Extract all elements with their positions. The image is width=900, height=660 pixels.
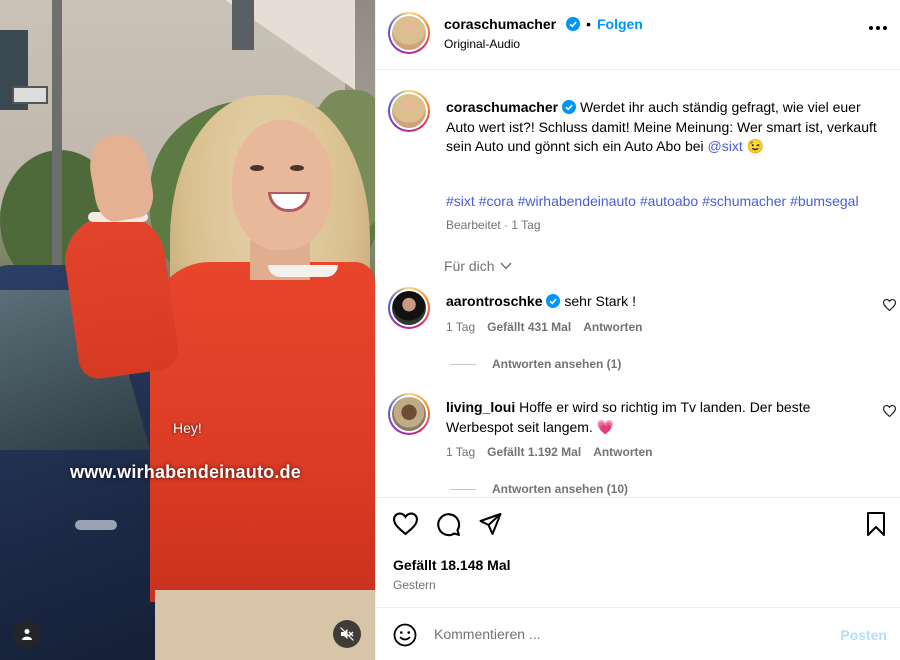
background-window xyxy=(232,0,254,50)
post-date: Gestern xyxy=(393,578,436,592)
comment-item: living_loui Hoffe er wird so richtig im … xyxy=(388,393,896,496)
video-player[interactable]: Hey! www.wirhabendeinauto.de xyxy=(0,0,375,660)
comment-actions: 1 Tag Gefällt 431 Mal Antworten xyxy=(446,320,643,334)
woman-face xyxy=(232,120,332,250)
comment-body: sehr Stark ! xyxy=(564,293,636,309)
heart-icon[interactable] xyxy=(393,512,418,536)
comment-likes[interactable]: Gefällt 1.192 Mal xyxy=(487,445,581,459)
bookmark-icon[interactable] xyxy=(865,512,887,536)
post-sidebar: coraschumacher • Folgen Original-Audio c… xyxy=(375,0,900,660)
hashtag-link[interactable]: #autoabo xyxy=(640,193,698,209)
comment-reply-button[interactable]: Antworten xyxy=(583,320,642,334)
hashtag-list: #sixt #cora #wirhabendeinauto #autoabo #… xyxy=(446,192,891,212)
view-replies-label: Antworten ansehen (10) xyxy=(492,482,629,496)
commenter-username[interactable]: aarontroschke xyxy=(446,293,542,309)
verified-badge-icon xyxy=(566,17,581,31)
caption-edited-time: Bearbeitet · 1 Tag xyxy=(446,218,541,232)
caption-author-avatar[interactable] xyxy=(388,90,430,132)
street-sign xyxy=(12,86,48,104)
commenter-username[interactable]: living_loui xyxy=(446,399,515,415)
video-url-overlay: www.wirhabendeinauto.de xyxy=(70,462,301,482)
comment-time: 1 Tag xyxy=(446,320,476,334)
author-avatar[interactable] xyxy=(388,12,430,54)
comment-time: 1 Tag xyxy=(446,445,476,459)
add-comment-bar: Posten xyxy=(376,607,900,660)
verified-badge-icon xyxy=(562,100,577,114)
hashtag-link[interactable]: #sixt xyxy=(446,193,475,209)
comment-reply-button[interactable]: Antworten xyxy=(593,445,652,459)
comment-filter-label: Für dich xyxy=(444,258,495,274)
view-replies-button[interactable]: Antworten ansehen (1) xyxy=(450,357,621,371)
caption-username[interactable]: coraschumacher xyxy=(446,99,558,115)
hashtag-link[interactable]: #cora xyxy=(479,193,514,209)
audio-link[interactable]: Original-Audio xyxy=(444,37,520,51)
tagged-users-button[interactable] xyxy=(13,620,41,648)
share-icon[interactable] xyxy=(478,512,503,536)
comment-emoji: 💗 xyxy=(596,418,615,435)
view-replies-button[interactable]: Antworten ansehen (10) xyxy=(450,482,628,496)
comment-actions: 1 Tag Gefällt 1.192 Mal Antworten xyxy=(446,445,653,459)
mute-toggle-button[interactable] xyxy=(333,620,361,648)
header-separator: • xyxy=(586,16,591,32)
comment-text: aarontroschke sehr Stark ! xyxy=(446,292,866,312)
commenter-avatar[interactable] xyxy=(388,393,430,435)
follow-button[interactable]: Folgen xyxy=(597,16,643,32)
car-door-handle xyxy=(75,520,117,530)
mention-link[interactable]: @sixt xyxy=(708,138,743,154)
more-options-button[interactable] xyxy=(869,26,887,30)
author-username[interactable]: coraschumacher xyxy=(444,16,556,32)
caption-text: coraschumacher Werdet ihr auch ständig g… xyxy=(446,98,891,157)
smiley-icon[interactable] xyxy=(393,623,417,647)
more-horizontal-icon xyxy=(869,26,873,30)
comment-filter-dropdown[interactable]: Für dich xyxy=(444,258,512,274)
caption-emoji: 😉 xyxy=(746,138,765,154)
hashtag-link[interactable]: #schumacher xyxy=(702,193,786,209)
chevron-down-icon xyxy=(500,262,512,270)
commenter-avatar[interactable] xyxy=(388,287,430,329)
user-icon xyxy=(22,629,32,640)
hashtag-link[interactable]: #wirhabendeinauto xyxy=(518,193,636,209)
post-likes-count[interactable]: Gefällt 18.148 Mal xyxy=(393,557,511,573)
muted-speaker-icon xyxy=(340,627,354,641)
eye xyxy=(290,165,304,171)
comment-likes[interactable]: Gefällt 431 Mal xyxy=(487,320,571,334)
comment-text: living_loui Hoffe er wird so richtig im … xyxy=(446,398,866,437)
view-replies-label: Antworten ansehen (1) xyxy=(492,357,622,371)
comment-like-heart-icon[interactable] xyxy=(883,299,896,311)
post-header: coraschumacher • Folgen Original-Audio xyxy=(376,0,900,70)
comment-item: aarontroschke sehr Stark ! 1 Tag Gefällt… xyxy=(388,287,896,377)
comment-like-heart-icon[interactable] xyxy=(883,405,896,417)
hashtag-link[interactable]: #bumsegal xyxy=(790,193,859,209)
post-comment-button[interactable]: Posten xyxy=(840,627,887,643)
comment-icon[interactable] xyxy=(436,512,461,537)
eye xyxy=(250,165,264,171)
comment-input[interactable] xyxy=(434,620,824,648)
verified-badge-icon xyxy=(546,294,561,308)
post-action-bar: Gefällt 18.148 Mal Gestern xyxy=(376,497,900,607)
collar xyxy=(268,265,338,277)
video-subtitle: Hey! xyxy=(173,420,202,436)
